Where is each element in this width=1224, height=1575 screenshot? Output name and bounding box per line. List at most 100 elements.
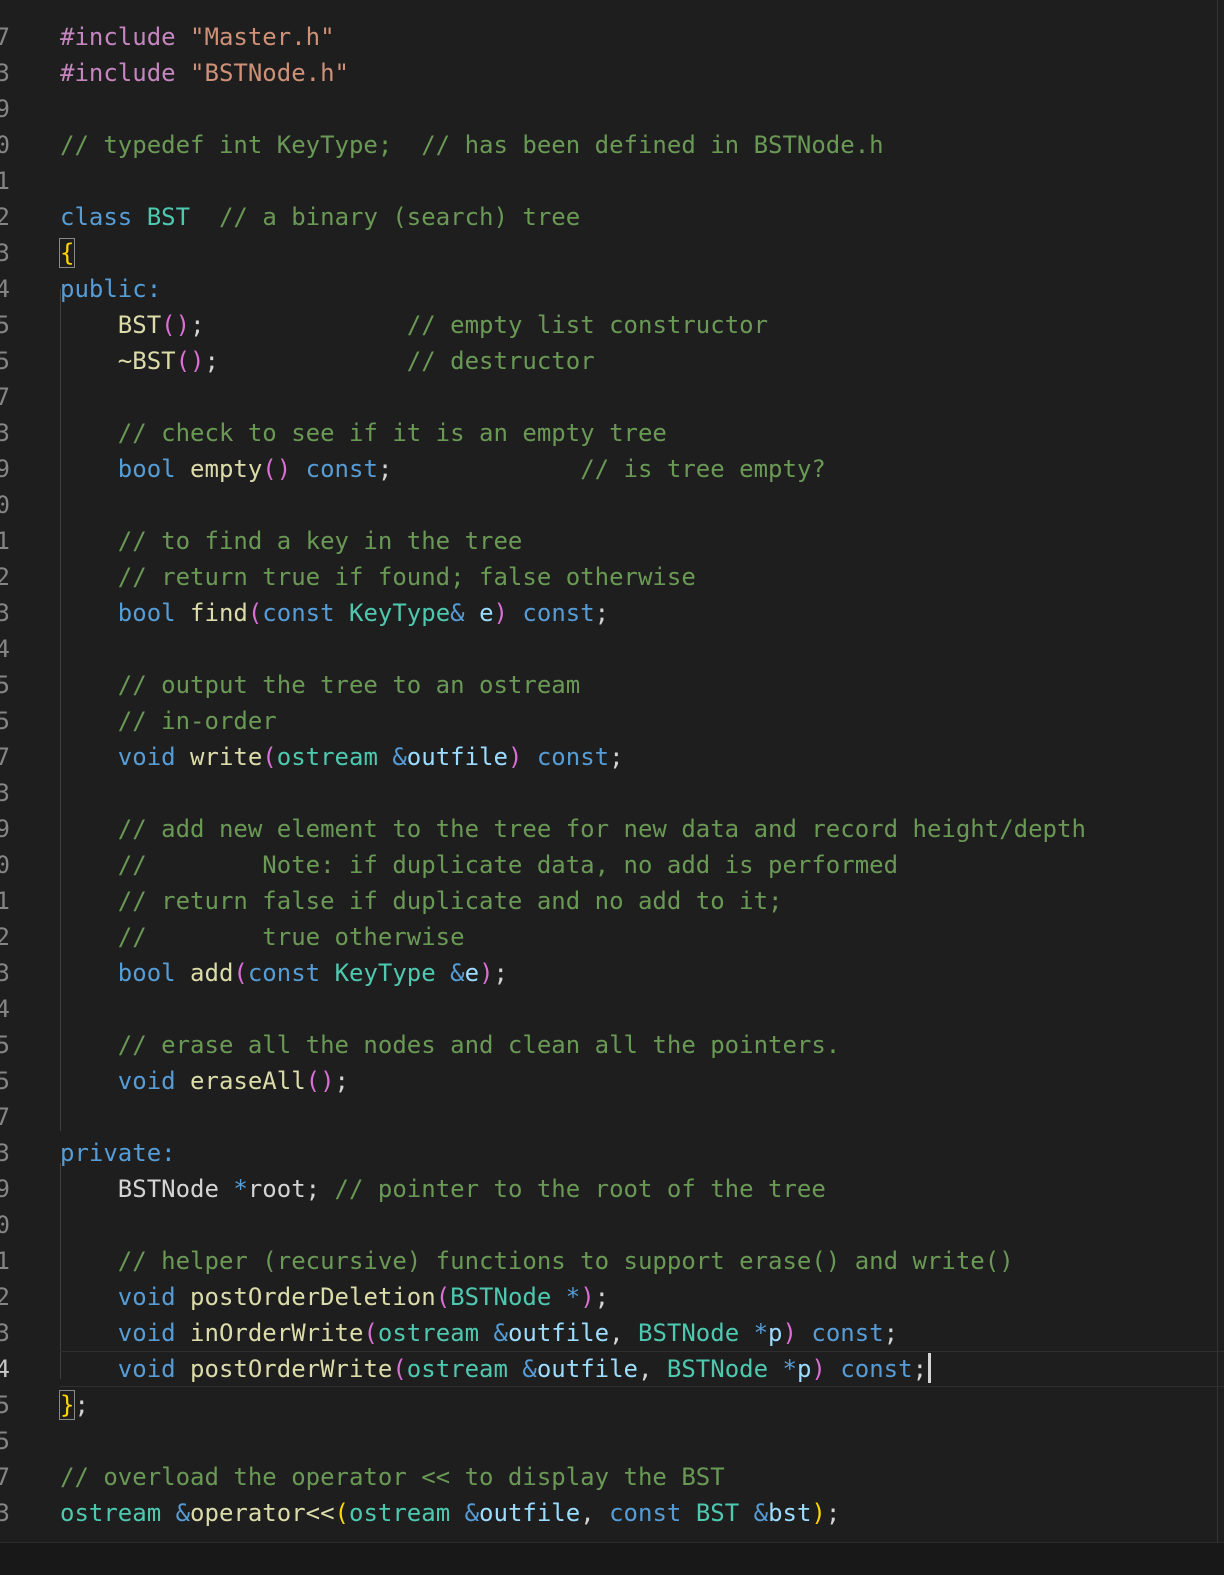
code-line[interactable]: // overload the operator << to display t… (60, 1459, 1224, 1495)
code-line[interactable]: void write(ostream &outfile) const; (60, 739, 1224, 775)
line-number: 4 (0, 635, 10, 663)
code-token: BST (146, 203, 191, 231)
code-token: ~BST (117, 347, 176, 375)
code-token: bool (117, 959, 191, 987)
code-line[interactable]: bool add(const KeyType &e); (60, 955, 1224, 991)
code-token: & (175, 1499, 191, 1527)
line-number: 7 (0, 383, 10, 411)
code-line[interactable]: void eraseAll(); (60, 1063, 1224, 1099)
line-number: 5 (0, 347, 10, 375)
code-token: & (493, 1319, 508, 1347)
code-line[interactable]: // typedef int KeyType; // has been defi… (60, 127, 1224, 163)
code-token: #include (60, 59, 191, 87)
code-token: ; (883, 1319, 899, 1347)
code-token: void (117, 1283, 191, 1311)
code-line[interactable]: // helper (recursive) functions to suppo… (60, 1243, 1224, 1279)
code-line[interactable] (60, 91, 1224, 127)
line-number: 4 (0, 995, 10, 1023)
code-line[interactable]: { (58, 235, 1224, 271)
code-token: BSTNode (450, 1283, 566, 1311)
code-line[interactable]: BSTNode *root; // pointer to the root of… (60, 1171, 1224, 1207)
code-line[interactable]: bool empty() const; // is tree empty? (60, 451, 1224, 487)
code-line[interactable]: // return false if duplicate and no add … (60, 883, 1224, 919)
code-token: BSTNode (666, 1355, 783, 1383)
code-token: // erase all the nodes and clean all the… (117, 1031, 841, 1059)
code-token: bool (117, 599, 191, 627)
editor-ruler (1217, 0, 1218, 1542)
code-editor[interactable]: 7 3 9 0 1 2 3 4 5 5 7 3 9 0 1 2 3 4 5 5 7 3 9 0 1 2 3 4 5 5 7 3 9 0 1 2 3 4 5 5… (0, 0, 1224, 1542)
code-line[interactable]: void inOrderWrite(ostream &outfile, BSTN… (60, 1315, 1224, 1351)
code-line[interactable]: BST(); // empty list constructor (60, 307, 1224, 343)
code-token: * (782, 1355, 797, 1383)
code-line[interactable] (60, 1099, 1224, 1135)
code-line[interactable]: ~BST(); // destructor (60, 343, 1224, 379)
code-line[interactable] (60, 163, 1224, 199)
code-token: write (190, 743, 263, 771)
code-token: & (753, 1499, 769, 1527)
code-line[interactable] (60, 631, 1224, 667)
code-line[interactable]: // return true if found; false otherwise (60, 559, 1224, 595)
code-line[interactable]: #include "Master.h" (60, 19, 1224, 55)
line-number: 1 (0, 887, 10, 915)
code-line[interactable]: // true otherwise (60, 919, 1224, 955)
code-token: ostream (276, 743, 393, 771)
code-line[interactable]: public: (60, 271, 1224, 307)
code-line[interactable]: // output the tree to an ostream (60, 667, 1224, 703)
code-line[interactable]: // to find a key in the tree (60, 523, 1224, 559)
code-token: ( (435, 1283, 451, 1311)
code-token: KeyType (334, 959, 451, 987)
code-line[interactable] (60, 1207, 1224, 1243)
code-line[interactable]: // Note: if duplicate data, no add is pe… (60, 847, 1224, 883)
code-line[interactable] (60, 487, 1224, 523)
code-token: // add new element to the tree for new d… (117, 815, 1086, 843)
code-line[interactable]: }; (58, 1387, 1224, 1423)
code-token: public: (60, 275, 162, 303)
line-number: 3 (0, 59, 10, 87)
code-line[interactable] (60, 775, 1224, 811)
code-token: BST (695, 1499, 754, 1527)
code-token: , (609, 1319, 638, 1347)
code-line[interactable]: // check to see if it is an empty tree (60, 415, 1224, 451)
code-token: ) (493, 599, 508, 627)
line-number: 3 (0, 419, 10, 447)
code-token: // in-order (117, 707, 277, 735)
code-line[interactable]: void postOrderWrite(ostream &outfile, BS… (60, 1351, 1224, 1387)
code-token: postOrderWrite (190, 1355, 393, 1383)
code-token: add (190, 959, 234, 987)
code-token: BSTNode (117, 1175, 234, 1203)
code-token: void (117, 1067, 191, 1095)
code-line[interactable]: ostream &operator<<(ostream &outfile, co… (60, 1495, 1224, 1531)
code-line[interactable]: // in-order (60, 703, 1224, 739)
code-line[interactable] (60, 1423, 1224, 1459)
code-token: ( (363, 1319, 378, 1347)
code-token: outfile (536, 1355, 638, 1383)
code-token: ostream (60, 1499, 176, 1527)
code-line[interactable]: void postOrderDeletion(BSTNode *); (60, 1279, 1224, 1315)
code-token: ; (912, 1355, 928, 1383)
code-line[interactable]: private: (60, 1135, 1224, 1171)
line-number: 9 (0, 455, 10, 483)
code-line[interactable] (60, 991, 1224, 1027)
line-number: 5 (0, 1031, 10, 1059)
code-token: ( (247, 599, 263, 627)
code-line[interactable]: #include "BSTNode.h" (60, 55, 1224, 91)
line-number: 0 (0, 1211, 10, 1239)
code-token: // output the tree to an ostream (117, 671, 581, 699)
code-line[interactable]: // erase all the nodes and clean all the… (60, 1027, 1224, 1063)
code-area[interactable]: #include "Master.h" #include "BSTNode.h" /… (58, 19, 1224, 1531)
code-line[interactable]: bool find(const KeyType& e) const; (60, 595, 1224, 631)
code-line[interactable] (60, 379, 1224, 415)
line-number: 5 (0, 1427, 10, 1455)
code-token: "Master.h" (190, 23, 335, 51)
code-line[interactable]: class BST // a binary (search) tree (60, 199, 1224, 235)
code-line[interactable]: // add new element to the tree for new d… (60, 811, 1224, 847)
